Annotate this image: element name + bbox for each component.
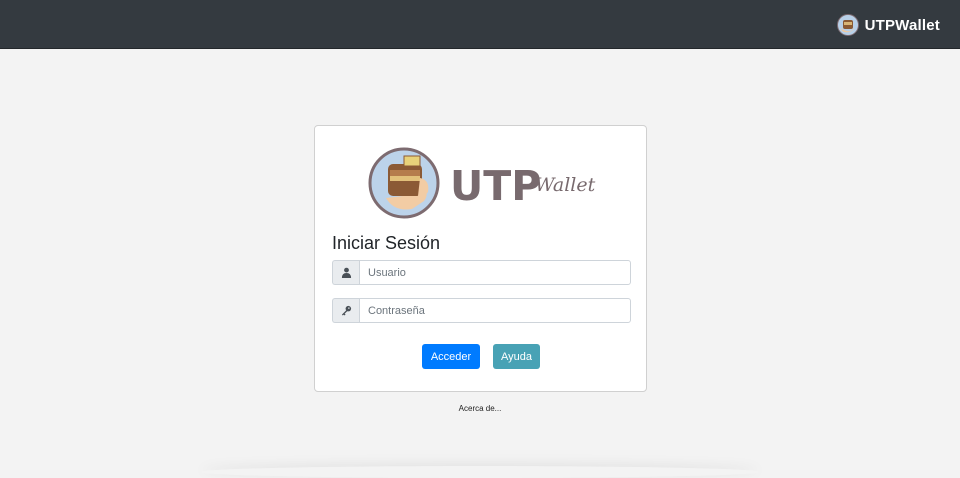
login-button[interactable]: Acceder [422, 344, 480, 369]
logo-text: UTP [450, 162, 542, 210]
username-group [332, 260, 631, 285]
wallet-hand-icon [836, 14, 859, 36]
password-group [332, 298, 631, 323]
login-card: UTP Wallet Iniciar Sesión Acceder Ayuda [314, 125, 647, 392]
help-button[interactable]: Ayuda [493, 344, 540, 369]
about-link[interactable]: Acerca de... [0, 404, 960, 413]
password-input[interactable] [359, 298, 631, 323]
user-icon [332, 260, 359, 285]
logo-subtext: Wallet [535, 174, 596, 196]
navbar-brand[interactable]: UTPWallet [836, 13, 940, 37]
username-input[interactable] [359, 260, 631, 285]
bottom-shadow [200, 466, 760, 478]
key-icon [332, 298, 359, 323]
login-title: Iniciar Sesión [332, 233, 441, 253]
navbar-brand-text: UTPWallet [864, 16, 940, 34]
top-navbar: UTPWallet [0, 0, 960, 49]
